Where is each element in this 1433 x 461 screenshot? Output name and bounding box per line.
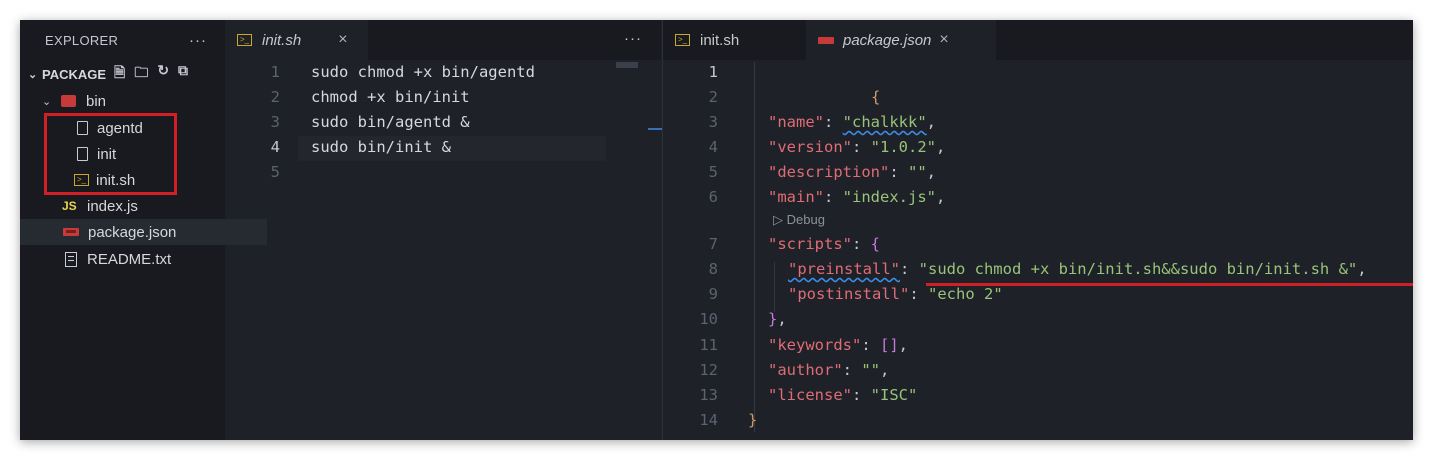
- debug-codelens[interactable]: ▷ Debug: [773, 212, 825, 228]
- line-number: 5: [708, 163, 718, 181]
- json-line-postinstall: "postinstall": "echo 2": [788, 285, 1003, 303]
- explorer-sidebar: EXPLORER ··· ⌄ PACKAGE 🗎 🗀 ↻ ⧉ ⌄ bin age…: [20, 20, 267, 440]
- line-number: 4: [270, 138, 280, 156]
- tab-label: init.sh: [262, 31, 302, 49]
- line-number: 9: [708, 285, 718, 303]
- json-open-brace: {: [871, 88, 881, 106]
- highlight-box: [44, 113, 177, 195]
- json-line-main: "main": "index.js",: [768, 188, 946, 206]
- folder-icon: [61, 95, 76, 107]
- code-line: chmod +x bin/init: [311, 88, 470, 106]
- folder-label: bin: [86, 92, 107, 110]
- file-index-js[interactable]: JS index.js: [20, 193, 267, 219]
- line-number: 13: [699, 386, 718, 404]
- explorer-header: EXPLORER ···: [20, 20, 225, 60]
- project-name: PACKAGE: [42, 66, 107, 82]
- line-number: 6: [708, 188, 718, 206]
- editor-more-button[interactable]: ···: [624, 30, 642, 47]
- npm-icon: [818, 36, 834, 44]
- code-line: sudo chmod +x bin/agentd: [311, 63, 535, 81]
- line-number: 2: [708, 88, 718, 106]
- scroll-indicator[interactable]: [648, 128, 662, 130]
- left-tabbar: >_ init.sh × ···: [225, 20, 661, 60]
- shell-icon: >_: [675, 34, 690, 46]
- line-number: 8: [708, 260, 718, 278]
- line-number: 12: [699, 361, 718, 379]
- line-number: 7: [708, 235, 718, 253]
- explorer-more-button[interactable]: ···: [189, 32, 207, 49]
- tab-package-json[interactable]: package.json ×: [806, 20, 996, 60]
- file-label: package.json: [88, 223, 177, 241]
- tab-init-sh[interactable]: >_ init.sh: [663, 20, 806, 60]
- highlight-underline: [926, 283, 1413, 286]
- json-line-description: "description": "",: [768, 163, 937, 181]
- line-number: 1: [708, 63, 718, 81]
- close-icon[interactable]: ×: [338, 31, 347, 49]
- json-line-version: "version": "1.0.2",: [768, 138, 946, 156]
- line-number: 11: [699, 336, 718, 354]
- json-line-scripts-close: },: [768, 310, 787, 328]
- js-icon: JS: [62, 199, 77, 213]
- tab-label: init.sh: [700, 31, 740, 49]
- text-file-icon: [65, 251, 77, 267]
- tab-label: package.json: [843, 31, 932, 49]
- line-number: 10: [699, 310, 718, 328]
- editor-divider: [662, 20, 663, 440]
- indent-guide: [754, 62, 755, 432]
- json-close-brace: }: [748, 411, 758, 429]
- new-folder-icon[interactable]: 🗀: [134, 62, 148, 86]
- json-line-license: "license": "ISC": [768, 386, 918, 404]
- code-line: sudo bin/init &: [311, 138, 451, 156]
- shell-icon: >_: [237, 34, 252, 46]
- collapse-all-icon[interactable]: ⧉: [178, 62, 188, 86]
- file-readme[interactable]: README.txt: [20, 246, 267, 272]
- file-label: index.js: [87, 197, 138, 215]
- line-number: 4: [708, 138, 718, 156]
- folder-bin[interactable]: ⌄ bin: [20, 88, 247, 114]
- refresh-icon[interactable]: ↻: [157, 62, 169, 86]
- json-line-name: "name": "chalkkk",: [768, 113, 937, 131]
- json-line-keywords: "keywords": [],: [768, 336, 909, 354]
- file-package-json[interactable]: package.json: [20, 219, 267, 245]
- line-number: 1: [270, 63, 280, 81]
- line-number: 3: [270, 113, 280, 131]
- line-number: 14: [699, 411, 718, 429]
- code-line: sudo bin/agentd &: [311, 113, 470, 131]
- right-tabbar: >_ init.sh package.json ×: [663, 20, 1413, 60]
- vscode-window: EXPLORER ··· ⌄ PACKAGE 🗎 🗀 ↻ ⧉ ⌄ bin age…: [20, 20, 1413, 440]
- line-number: 5: [270, 163, 280, 181]
- chevron-down-icon: ⌄: [28, 68, 38, 81]
- json-line-author: "author": "",: [768, 361, 890, 379]
- line-number: 3: [708, 113, 718, 131]
- file-label: README.txt: [87, 250, 172, 268]
- tab-init-sh[interactable]: >_ init.sh ×: [225, 20, 368, 60]
- line-number: 2: [270, 88, 280, 106]
- new-file-icon[interactable]: 🗎: [114, 62, 125, 86]
- explorer-title: EXPLORER: [45, 32, 119, 48]
- indent-guide: [774, 262, 775, 312]
- npm-icon: [63, 228, 79, 236]
- chevron-down-icon: ⌄: [42, 95, 52, 108]
- json-line-scripts: "scripts": {: [768, 235, 881, 253]
- minimap[interactable]: [616, 62, 638, 68]
- close-icon[interactable]: ×: [939, 31, 948, 49]
- json-line-preinstall: "preinstall": "sudo chmod +x bin/init.sh…: [788, 260, 1367, 278]
- project-root[interactable]: ⌄ PACKAGE 🗎 🗀 ↻ ⧉: [20, 61, 233, 87]
